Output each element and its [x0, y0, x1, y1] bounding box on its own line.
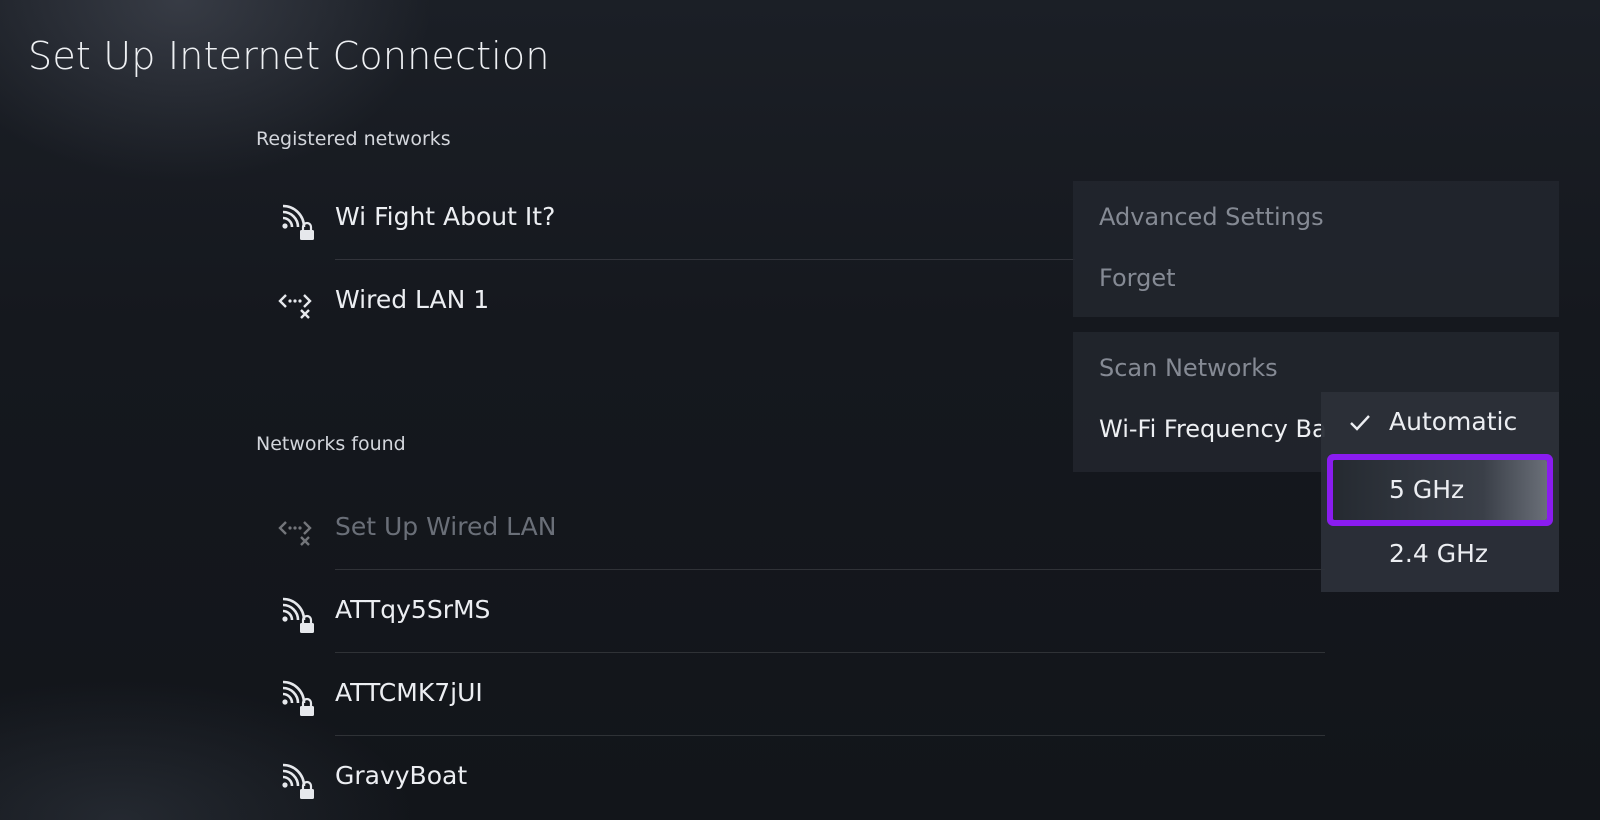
menu-item-scan-networks[interactable]: Scan Networks — [1099, 354, 1278, 382]
wifi-locked-icon — [282, 680, 314, 716]
network-name: Set Up Wired LAN — [335, 512, 557, 541]
checkmark-icon — [1350, 415, 1370, 431]
option-label: 5 GHz — [1389, 475, 1465, 504]
option-label: Automatic — [1389, 407, 1518, 436]
network-options-menu: Advanced Settings Forget — [1073, 181, 1559, 317]
menu-item-forget[interactable]: Forget — [1099, 264, 1176, 292]
row-divider — [335, 259, 1075, 260]
menu-item-wifi-frequency-band[interactable]: Wi-Fi Frequency Ba — [1099, 415, 1327, 443]
wifi-locked-icon — [282, 597, 314, 633]
dropdown-option-automatic[interactable]: Automatic — [1321, 392, 1559, 454]
row-divider — [335, 569, 1325, 570]
network-name: Wired LAN 1 — [335, 285, 490, 314]
network-item-attcmk7jui[interactable]: ATTCMK7jUI — [282, 654, 1325, 736]
network-item-wired-lan-1[interactable]: Wired LAN 1 — [278, 261, 1075, 343]
networks-found-label: Networks found — [256, 433, 406, 455]
wired-disconnected-icon — [278, 521, 312, 546]
network-item-set-up-wired-lan[interactable]: Set Up Wired LAN — [278, 488, 1325, 570]
network-item-attqy5srms[interactable]: ATTqy5SrMS — [282, 571, 1325, 653]
network-name: ATTCMK7jUI — [335, 678, 483, 707]
registered-networks-label: Registered networks — [256, 128, 451, 150]
dropdown-option-5ghz[interactable]: 5 GHz — [1333, 460, 1547, 520]
network-name: GravyBoat — [335, 761, 468, 790]
wifi-locked-icon — [282, 204, 314, 240]
network-item-gravyboat[interactable]: GravyBoat — [282, 737, 1325, 819]
row-divider — [335, 735, 1325, 736]
wired-disconnected-icon — [278, 294, 312, 319]
network-item-wi-fight-about-it[interactable]: Wi Fight About It? — [282, 178, 1075, 260]
dropdown-option-2-4ghz[interactable]: 2.4 GHz — [1321, 524, 1559, 586]
menu-item-advanced-settings[interactable]: Advanced Settings — [1099, 203, 1324, 231]
wifi-frequency-dropdown: Automatic 5 GHz 2.4 GHz — [1321, 392, 1559, 592]
row-divider — [335, 652, 1325, 653]
page-title: Set Up Internet Connection — [28, 34, 550, 78]
wifi-locked-icon — [282, 763, 314, 799]
network-name: Wi Fight About It? — [335, 202, 556, 231]
network-name: ATTqy5SrMS — [335, 595, 491, 624]
option-label: 2.4 GHz — [1389, 539, 1488, 568]
